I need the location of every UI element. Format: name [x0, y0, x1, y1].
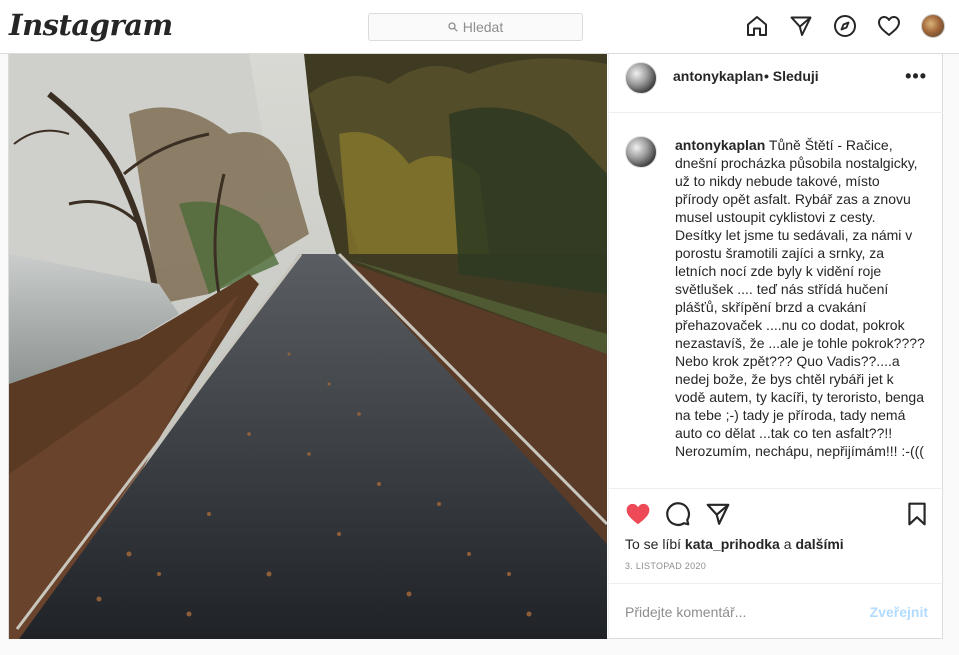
- post-date[interactable]: 3. LISTOPAD 2020: [625, 561, 706, 571]
- comment-form: Přidejte komentář... Zveřejnit: [609, 583, 944, 639]
- likes-summary: To se líbí kata_prihodka a dalšími: [625, 536, 844, 552]
- explore-icon[interactable]: [833, 14, 857, 38]
- post-photo[interactable]: [9, 54, 607, 639]
- post-actions: To se líbí kata_prihodka a dalšími 3. LI…: [609, 488, 944, 583]
- author-username[interactable]: antonykaplan: [673, 68, 763, 84]
- like-button[interactable]: [625, 501, 651, 527]
- search-placeholder: Hledat: [462, 19, 504, 35]
- heart-icon[interactable]: [877, 14, 901, 38]
- nav-icon-group: [745, 14, 945, 38]
- likes-prefix: To se líbí: [625, 536, 682, 552]
- caption-text: antonykaplan Tůně Štětí - Račice, dnešní…: [675, 136, 925, 460]
- search-icon: [448, 22, 458, 32]
- post-article: antonykaplan • Sleduji ••• antonykaplan …: [8, 54, 944, 639]
- home-icon[interactable]: [745, 14, 769, 38]
- author-avatar[interactable]: [625, 62, 657, 94]
- direct-icon[interactable]: [789, 14, 813, 38]
- post-sidebar: antonykaplan • Sleduji ••• antonykaplan …: [608, 54, 944, 639]
- share-icon: [706, 503, 730, 525]
- action-icons: [625, 501, 928, 529]
- likes-joiner: a: [783, 536, 792, 552]
- comment-icon: [666, 502, 690, 526]
- instagram-logo[interactable]: Instagram: [9, 8, 173, 42]
- comment-input[interactable]: Přidejte komentář...: [625, 604, 746, 620]
- search-box[interactable]: Hledat: [368, 13, 583, 41]
- profile-avatar[interactable]: [921, 14, 945, 38]
- comment-button[interactable]: [665, 501, 691, 527]
- post-comment-button[interactable]: Zveřejnit: [870, 604, 928, 620]
- caption-area: antonykaplan Tůně Štětí - Račice, dnešní…: [609, 114, 944, 488]
- caption-username[interactable]: antonykaplan: [675, 137, 765, 153]
- caption-avatar[interactable]: [625, 136, 657, 168]
- save-button[interactable]: [904, 501, 930, 527]
- top-navigation-bar: Instagram Hledat: [0, 0, 959, 54]
- post-photo-image: [9, 54, 607, 639]
- follow-status[interactable]: • Sleduji: [764, 68, 819, 84]
- share-button[interactable]: [705, 501, 731, 527]
- likes-others-link[interactable]: dalšími: [795, 536, 843, 552]
- likes-user-link[interactable]: kata_prihodka: [685, 536, 780, 552]
- bookmark-icon: [908, 502, 926, 526]
- caption-body: Tůně Štětí - Račice, dnešní procházka pů…: [675, 137, 925, 459]
- more-options-icon[interactable]: •••: [905, 66, 927, 87]
- post-header: antonykaplan • Sleduji •••: [609, 54, 943, 113]
- heart-filled-icon: [626, 503, 650, 525]
